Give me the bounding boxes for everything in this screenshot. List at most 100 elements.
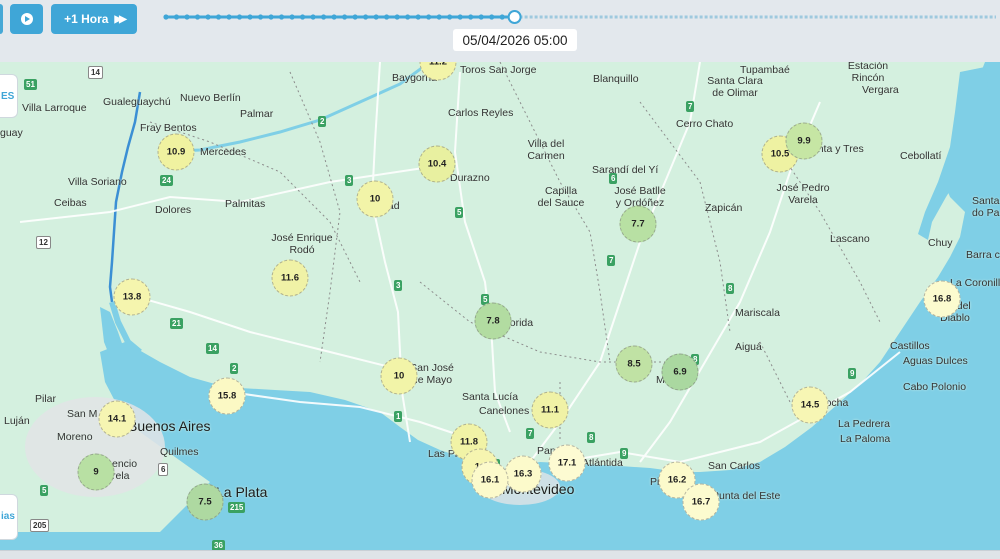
place-label: Barra c	[966, 249, 1000, 261]
route-shield: 7	[607, 255, 616, 266]
temperature-marker[interactable]: 17.1	[548, 444, 586, 482]
temperature-marker[interactable]: 7.8	[474, 302, 512, 340]
route-shield: 1	[394, 411, 403, 422]
route-shield: 36	[212, 540, 225, 550]
timeline-tick	[384, 14, 390, 20]
place-label: Palmitas	[225, 198, 266, 210]
place-label: José Enrique Rodó	[271, 232, 333, 256]
temperature-marker[interactable]: 9	[77, 453, 115, 491]
plus-one-hour-label: +1 Hora	[64, 12, 109, 26]
place-label: Cerro Chato	[676, 118, 734, 130]
temperature-marker[interactable]: 14.1	[98, 400, 136, 438]
temperature-marker[interactable]: 16.1	[471, 461, 509, 499]
temperature-marker[interactable]: 6.9	[661, 353, 699, 391]
timeline-tick	[447, 14, 453, 20]
temperature-marker[interactable]: 7.5	[186, 483, 224, 521]
timeline-tick	[278, 14, 285, 20]
temperature-marker[interactable]: 14.5	[791, 386, 829, 424]
timeline-tick	[373, 14, 379, 20]
place-label: Santa Lucía	[462, 391, 519, 403]
previous-button[interactable]	[0, 4, 3, 34]
layer-toggle-button[interactable]: ES	[0, 74, 18, 118]
place-label: La Pedrera	[838, 418, 890, 430]
place-label: Ceibas	[54, 197, 87, 209]
place-label: Durazno	[450, 172, 490, 184]
timeline-tick	[415, 14, 421, 20]
place-label: Estación Rincón	[847, 62, 889, 84]
timeline-tick	[394, 14, 400, 20]
route-shield: 51	[24, 79, 37, 90]
route-shield: 2	[318, 116, 327, 127]
place-label: Dolores	[155, 204, 192, 216]
route-shield: 7	[686, 101, 695, 112]
temperature-marker[interactable]: 10.4	[418, 145, 456, 183]
timeline-tick	[194, 14, 201, 20]
route-shield: 14	[88, 66, 103, 79]
temperature-marker[interactable]: 10	[356, 180, 394, 218]
place-label: La Paloma	[840, 433, 891, 445]
extra-panel-button[interactable]: ias	[0, 494, 18, 540]
timeline-tick	[426, 14, 432, 20]
place-label: Chuy	[928, 237, 953, 249]
place-label: Vergara	[862, 84, 899, 96]
place-label: Luján	[4, 415, 30, 427]
route-shield: 14	[206, 343, 219, 354]
route-shield: 3	[345, 175, 354, 186]
route-shield: 24	[160, 175, 173, 186]
timeline-tick	[457, 14, 463, 20]
place-label: Zapicán	[705, 202, 743, 214]
weather-map[interactable]: Villa Larroque Gualeguaychú Nuevo Berlín…	[0, 62, 1000, 550]
place-label: Capilla del Sauce	[537, 185, 585, 209]
temperature-marker[interactable]: 11.1	[531, 391, 569, 429]
timeline-tick	[184, 14, 190, 20]
timeline-tick	[405, 14, 411, 20]
route-shield: 9	[620, 448, 629, 459]
timeline-tick	[215, 14, 222, 20]
route-shield: 7	[526, 428, 535, 439]
route-shield: 8	[726, 283, 735, 294]
temperature-marker[interactable]: 9.9	[785, 122, 823, 160]
temperature-marker[interactable]: 13.8	[113, 278, 151, 316]
temperature-marker[interactable]: 11.6	[271, 259, 309, 297]
place-label: Villa Soriano	[68, 176, 127, 188]
place-label: Buenos Aires	[128, 418, 211, 434]
current-time-label: 05/04/2026 05:00	[453, 29, 577, 51]
place-label: Cebollatí	[900, 150, 942, 162]
temperature-marker[interactable]: 16.8	[923, 280, 961, 318]
time-slider[interactable]	[160, 7, 1000, 29]
timeline-tick	[310, 14, 316, 20]
place-label: San M	[67, 408, 98, 420]
place-label: Santa Clara de Olimar	[707, 75, 763, 99]
timeline-tick	[173, 14, 180, 20]
timeline-tick	[499, 14, 505, 20]
temperature-marker[interactable]: 16.7	[682, 483, 720, 521]
place-label: Punta del Este	[712, 490, 781, 502]
timeline-tick	[436, 14, 442, 20]
place-label: Gualeguaychú	[103, 96, 171, 108]
place-label: Atlántida	[582, 457, 623, 469]
place-label: guay	[0, 127, 23, 139]
timeline-tick	[299, 14, 306, 20]
fast-forward-icon: ▶▶	[114, 13, 127, 25]
temperature-marker[interactable]: 10.9	[157, 133, 195, 171]
temperature-marker[interactable]: 7.7	[619, 205, 657, 243]
route-shield: 5	[40, 485, 49, 496]
plus-one-hour-button[interactable]: +1 Hora ▶▶	[51, 4, 137, 34]
timeline-tick	[331, 14, 337, 20]
timeline-tick	[268, 14, 274, 20]
temperature-marker[interactable]: 8.5	[615, 345, 653, 383]
place-label: Castillos	[890, 340, 930, 352]
route-shield: 3	[394, 280, 403, 291]
place-label: Canelones	[479, 405, 530, 417]
route-shield: 12	[36, 236, 51, 249]
play-button[interactable]	[10, 4, 43, 34]
route-shield: 6	[158, 463, 169, 476]
timeline-tick	[320, 14, 327, 20]
temperature-marker[interactable]: 16.3	[504, 455, 542, 493]
temperature-marker[interactable]: 10	[380, 357, 418, 395]
timeline-tick	[363, 14, 369, 20]
temperature-marker[interactable]: 15.8	[208, 377, 246, 415]
playback-toolbar: +1 Hora ▶▶ 05/04/2026 05:00	[0, 0, 1000, 62]
timeline-tick	[352, 14, 358, 20]
place-label: encio rela	[112, 458, 138, 482]
